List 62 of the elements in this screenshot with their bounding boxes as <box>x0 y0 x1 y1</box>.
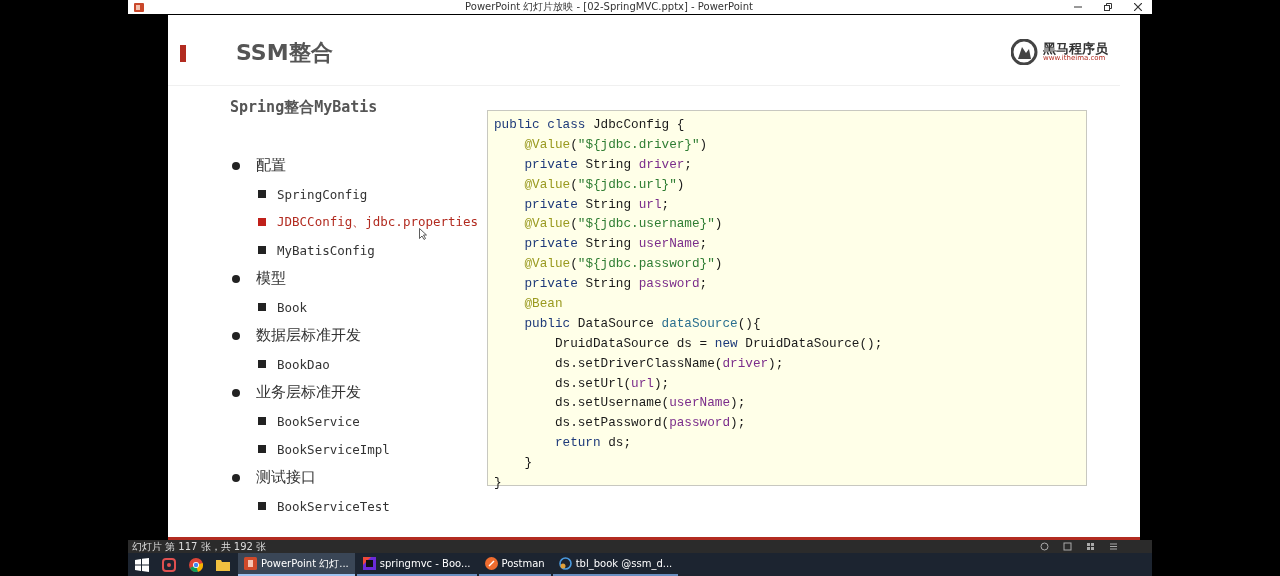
code-line: return ds; <box>553 434 633 453</box>
bullet-icon <box>232 473 240 482</box>
outline-subitem: SpringConfig <box>277 186 368 202</box>
code-line: private String driver; <box>523 155 693 174</box>
code-line: private String password; <box>523 275 709 294</box>
code-line: @Value("${jdbc.username}") <box>523 215 724 234</box>
outline-subitem: MyBatisConfig <box>277 242 375 258</box>
code-line: } <box>494 474 503 493</box>
outline-item: 业务层标准开发 <box>256 383 361 402</box>
outline-item: 测试接口 <box>256 468 316 487</box>
bullet-icon <box>232 388 240 397</box>
bullet-icon <box>232 274 240 283</box>
taskbar-button[interactable]: tbl_book @ssm_d... <box>552 553 679 576</box>
code-line: @Value("${jdbc.driver}") <box>523 135 709 154</box>
taskbar-button[interactable]: springmvc - Boo... <box>356 553 477 576</box>
code-line: @Bean <box>523 295 564 313</box>
code-line: ds.setUrl(url); <box>553 374 671 393</box>
code-line: @Value("${jdbc.password}") <box>523 255 724 274</box>
slide-sorter-icon[interactable] <box>1086 542 1095 551</box>
slide-title: SSM整合 <box>236 39 334 67</box>
bullet-icon <box>232 161 240 170</box>
app-grid-icon[interactable] <box>162 557 176 572</box>
code-line: private String url; <box>523 195 671 214</box>
outline-item: 模型 <box>256 269 286 288</box>
normal-view-icon[interactable] <box>1063 542 1072 551</box>
window-title: PowerPoint 幻灯片放映 - [02-SpringMVC.pptx] - PowerPoint <box>464 1 754 13</box>
logo-name: 黑马程序员 <box>1043 42 1108 55</box>
code-line: DruidDataSource ds = new DruidDataSource(); <box>553 334 884 353</box>
bullet-icon <box>232 331 240 340</box>
outline-subitem: Book <box>277 299 308 315</box>
powerpoint-icon <box>134 2 144 12</box>
code-line: public DataSource dataSource(){ <box>523 314 762 333</box>
code-line: ds.setUsername(userName); <box>553 394 747 413</box>
outline-item: 数据层标准开发 <box>256 326 361 345</box>
reading-view-icon[interactable] <box>1109 542 1118 551</box>
outline-item: 配置 <box>256 156 286 175</box>
code-line: } <box>523 454 534 473</box>
folder-icon[interactable] <box>216 558 230 571</box>
code-line: private String userName; <box>523 235 709 254</box>
ide-icon <box>362 557 376 570</box>
powerpoint-icon <box>244 557 257 570</box>
code-line: ds.setDriverClassName(driver); <box>553 354 785 373</box>
slide-subtitle: Spring整合MyBatis <box>230 98 379 117</box>
chrome-icon[interactable] <box>189 557 203 572</box>
code-line: ds.setPassword(password); <box>553 414 747 433</box>
outline-subitem: BookServiceTest <box>277 498 390 514</box>
accent-bar <box>180 44 186 62</box>
postman-icon <box>484 557 498 570</box>
outline-subitem: JDBCConfig、jdbc.properties <box>277 213 479 231</box>
windows-start-icon[interactable] <box>135 557 149 572</box>
mouse-pointer-icon <box>419 228 427 240</box>
outline-subitem: BookDao <box>277 356 330 372</box>
code-line: public class JdbcConfig { <box>494 116 686 134</box>
slide-counter: 幻灯片 第 117 张，共 192 张 <box>132 540 267 553</box>
taskbar-button[interactable]: PowerPoint 幻灯... <box>238 553 355 576</box>
minimize-icon[interactable] <box>1074 3 1082 11</box>
outline-subitem: BookService <box>277 413 360 429</box>
restore-icon[interactable] <box>1104 3 1112 11</box>
close-icon[interactable] <box>1134 3 1142 11</box>
outline-subitem: BookServiceImpl <box>277 441 390 457</box>
code-line: @Value("${jdbc.url}") <box>523 175 686 194</box>
taskbar-button[interactable]: Postman <box>478 553 551 576</box>
